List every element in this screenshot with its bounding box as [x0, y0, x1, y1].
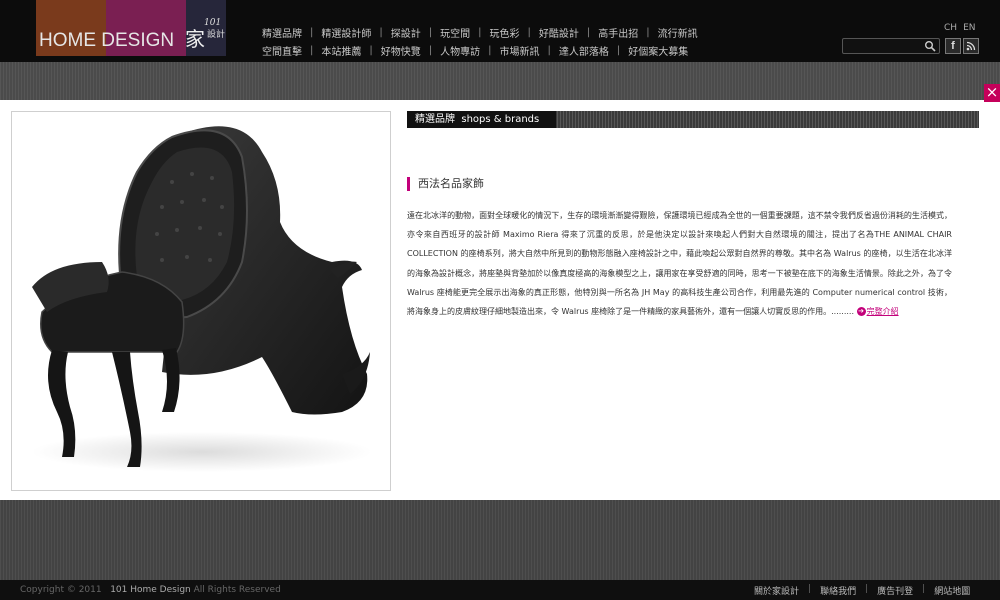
footer-links: 關於家設計 | 聯絡我們 | 廣告刊登 | 網站地圖	[754, 584, 971, 597]
content-modal: 精選品牌 shops & brands 西法名品家飾 遠在北冰洋的動物，面對全球…	[0, 100, 1000, 500]
footer-link-about[interactable]: 關於家設計	[754, 584, 799, 597]
nav-cool-design[interactable]: 好酷設計	[539, 25, 579, 40]
close-button[interactable]: ×	[984, 84, 1000, 102]
search-box[interactable]	[842, 38, 940, 54]
nav-color[interactable]: 玩色彩	[490, 25, 520, 40]
footer-stripe-band	[0, 500, 1000, 580]
nav-goods[interactable]: 好物快覽	[381, 43, 421, 58]
rhino-chair-image	[32, 126, 372, 472]
logo-han-small: 設計	[207, 30, 226, 40]
section-label: 精選品牌 shops & brands	[407, 111, 556, 128]
site-footer: Copyright © 2011 101 Home Design All Rig…	[0, 580, 1000, 600]
footer-link-sitemap[interactable]: 網站地圖	[934, 584, 970, 597]
nav-explore-design[interactable]: 探設計	[391, 25, 421, 40]
logo-han: 家	[185, 27, 205, 51]
nav-market-news[interactable]: 市場新訊	[500, 43, 540, 58]
nav-space-direct[interactable]: 空間直擊	[262, 43, 302, 58]
rss-icon[interactable]	[963, 38, 979, 54]
nav-space[interactable]: 玩空間	[440, 25, 470, 40]
nav-recommended[interactable]: 本站推薦	[321, 43, 361, 58]
logo-number: 101	[204, 18, 222, 28]
footer-link-advertise[interactable]: 廣告刊登	[877, 584, 913, 597]
nav-trends[interactable]: 流行新訊	[658, 25, 698, 40]
lang-ch[interactable]: CH	[944, 23, 957, 33]
article-body: 遠在北冰洋的動物，面對全球暖化的情況下，生存的環境漸漸變得艱險，保護環境已經成為…	[407, 206, 952, 321]
header-stripe-band	[0, 62, 1000, 100]
nav-designers[interactable]: 精選設計師	[321, 25, 371, 40]
article-heading: 西法名品家飾	[407, 177, 484, 191]
main-nav-row1: 精選品牌 | 精選設計師 | 探設計 | 玩空間 | 玩色彩 | 好酷設計 | 高手出招 | …	[262, 25, 698, 40]
product-photo	[11, 111, 391, 491]
facebook-icon[interactable]: f	[945, 38, 961, 54]
arrow-circle-icon: ➔	[856, 307, 866, 317]
section-header-bar: 精選品牌 shops & brands	[407, 111, 979, 128]
nav-brands[interactable]: 精選品牌	[262, 25, 302, 40]
logo-text: HOME DESIGN	[39, 30, 175, 51]
nav-expert-tips[interactable]: 高手出招	[598, 25, 638, 40]
footer-link-contact[interactable]: 聯絡我們	[820, 584, 856, 597]
copyright: Copyright © 2011 101 Home Design All Rig…	[20, 585, 281, 595]
nav-case-collection[interactable]: 好個案大募集	[628, 43, 688, 58]
nav-blogs[interactable]: 達人部落格	[559, 43, 609, 58]
rss-glyph-icon	[966, 41, 976, 51]
article-body-text: 遠在北冰洋的動物，面對全球暖化的情況下，生存的環境漸漸變得艱險，保護環境已經成為…	[407, 211, 952, 317]
language-switch: CH EN	[944, 23, 975, 33]
site-logo[interactable]: HOME DESIGN 家 101 設計	[36, 0, 226, 56]
lang-en[interactable]: EN	[963, 23, 975, 33]
main-nav-row2: 空間直擊 | 本站推薦 | 好物快覽 | 人物專訪 | 市場新訊 | 達人部落格 | 好個案…	[262, 43, 689, 58]
read-more-link[interactable]: ➔ 完整介紹	[856, 307, 899, 317]
site-header: HOME DESIGN 家 101 設計 精選品牌 | 精選設計師 | 探設計 | 玩…	[0, 0, 1000, 62]
nav-interviews[interactable]: 人物專訪	[440, 43, 480, 58]
search-icon[interactable]	[924, 40, 936, 52]
